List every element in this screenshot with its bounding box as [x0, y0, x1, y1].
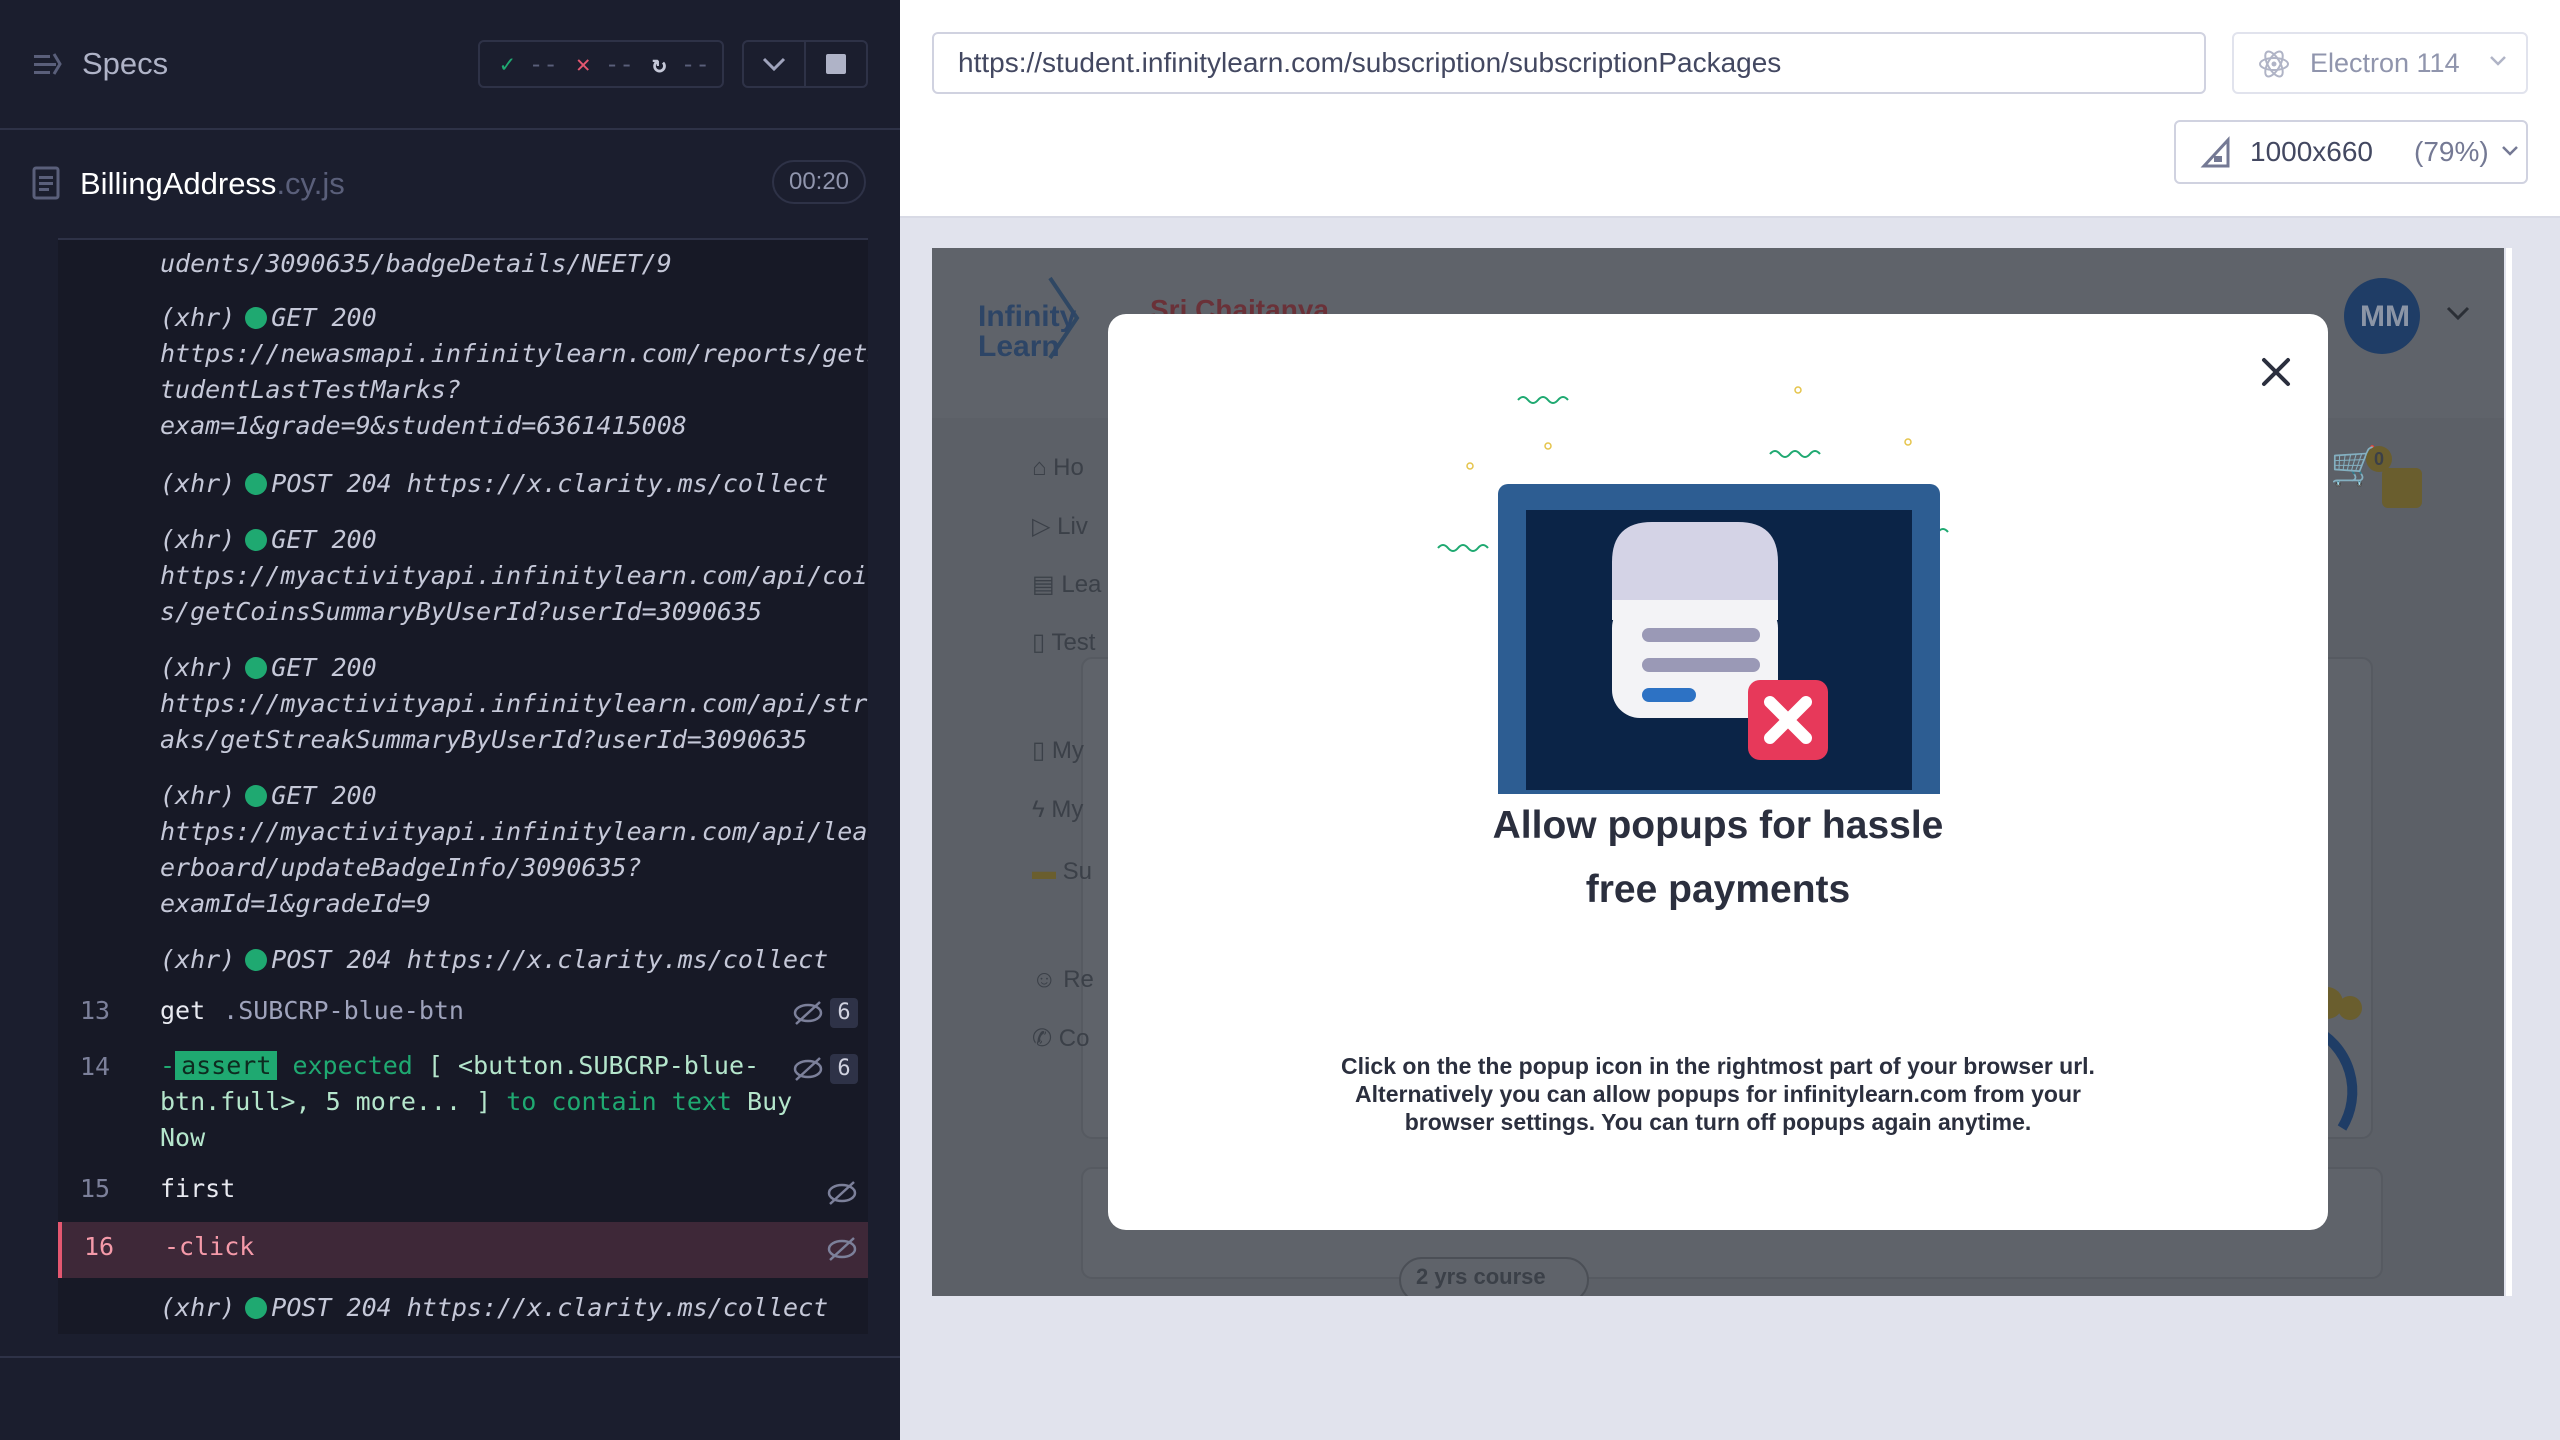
element-count-badge: 6: [830, 998, 858, 1028]
log-entry[interactable]: (xhr) GET 200 https://myactivityapi.infin…: [160, 778, 868, 922]
app-logo: Infinity Learn: [978, 300, 1077, 363]
divider: [0, 1356, 900, 1358]
book-icon: ▤: [1032, 571, 1055, 598]
url-bar[interactable]: https://student.infinitylearn.com/subscr…: [932, 32, 2206, 94]
log-entry[interactable]: (xhr) POST 204 https://x.clarity.ms/colle…: [160, 942, 868, 978]
app-viewport: InfinityLearn Sri Chaitanya MM 🛒 0 9 2 y…: [932, 248, 2504, 1296]
ruler-icon: [2200, 136, 2230, 168]
chevron-down-icon: [2502, 146, 2518, 156]
log-entry[interactable]: (xhr) GET 200 https://myactivityapi.infin…: [160, 650, 868, 758]
command-number: 14: [80, 1052, 111, 1081]
browser-name: Electron 114: [2310, 48, 2460, 78]
laptop-illustration: [1437, 386, 1949, 794]
cart-count-badge: 0: [2366, 446, 2392, 472]
sidebar-item-my-2[interactable]: ϟ My: [1032, 796, 1083, 824]
command-row[interactable]: 15 first: [58, 1170, 868, 1210]
command-name: first: [160, 1174, 236, 1203]
status-dot-icon: [245, 657, 268, 679]
bolt-icon: ϟ: [1032, 796, 1045, 823]
specs-header: Specs ✓ -- ✕ -- ↻ --: [0, 0, 900, 130]
popup-modal: Allow popups for hassle free payments Cli…: [1108, 314, 2328, 1230]
browser-selector[interactable]: Electron 114: [2232, 32, 2528, 94]
scrollbar[interactable]: [2506, 248, 2512, 1296]
status-dot-icon: [245, 473, 268, 495]
stop-icon[interactable]: [826, 54, 846, 74]
log-entry[interactable]: (xhr) POST 204 https://x.clarity.ms/colle…: [160, 466, 868, 502]
divider: [804, 42, 806, 86]
sidebar-item-tests[interactable]: ▯ Test: [1032, 628, 1095, 657]
eye-slash-icon: [793, 1057, 823, 1081]
viewport-selector[interactable]: 1000x660 (79%): [2174, 120, 2528, 184]
log-entry[interactable]: udents/3090635/badgeDetails/NEET/9: [160, 246, 868, 282]
course-chip: 2 yrs course: [1416, 1264, 1546, 1289]
sidebar-item-home[interactable]: ⌂ Ho: [1032, 454, 1084, 482]
sidebar-item-subscription[interactable]: ▬ Su: [1032, 858, 1092, 886]
status-dot-icon: [245, 1297, 268, 1319]
eye-slash-icon: [793, 1001, 823, 1025]
status-dot-icon: [245, 949, 268, 971]
specs-title[interactable]: Specs: [82, 46, 168, 82]
command-row[interactable]: 14 - assert expected [ <button.SUBCRP-blu…: [58, 1048, 868, 1158]
viewport-scale: (79%): [2414, 136, 2489, 167]
file-icon: [32, 166, 60, 200]
passed-stat: ✓ --: [500, 50, 558, 78]
chevron-down-icon[interactable]: [760, 52, 788, 76]
users-icon: ☺: [1032, 966, 1057, 993]
eye-slash-icon: [827, 1181, 857, 1205]
x-icon: ✕: [576, 50, 591, 78]
browser-panel: https://student.infinitylearn.com/subscr…: [900, 0, 2560, 1440]
spec-file-name[interactable]: BillingAddress.cy.js: [80, 166, 345, 202]
specs-list-icon[interactable]: [32, 50, 62, 80]
play-icon: ▷: [1032, 513, 1051, 540]
spec-file-ext: .cy.js: [276, 166, 345, 201]
run-controls: [742, 40, 868, 88]
modal-title: Allow popups for hassle free payments: [1492, 804, 1944, 911]
modal-description: Click on the the popup icon in the right…: [1341, 1053, 2095, 1135]
status-dot-icon: [245, 307, 268, 329]
command-number: 13: [80, 996, 111, 1025]
log-entry[interactable]: (xhr) POST 204 https://x.clarity.ms/colle…: [160, 1290, 868, 1326]
close-icon[interactable]: [2256, 352, 2296, 392]
command-log: udents/3090635/badgeDetails/NEET/9 (xhr)…: [58, 238, 868, 1334]
runner-panel: Specs ✓ -- ✕ -- ↻ -- BillingAddress.cy.j…: [0, 0, 900, 1440]
phone-icon: ✆: [1032, 1025, 1053, 1052]
status-dot-icon: [245, 785, 268, 807]
command-name: -click: [164, 1232, 255, 1261]
browser-toolbar: https://student.infinitylearn.com/subscr…: [900, 0, 2560, 218]
status-dot-icon: [245, 529, 268, 551]
spec-duration: 00:20: [772, 160, 866, 204]
log-entry[interactable]: (xhr) GET 200 https://newasmapi.infinityl…: [160, 300, 868, 444]
assert-message: - assert expected [ <button.SUBCRP-blue- …: [160, 1051, 793, 1152]
chevron-down-icon: [2490, 56, 2506, 66]
bookmark-icon: ▯: [1032, 737, 1046, 764]
card-icon: ▬: [1032, 858, 1056, 885]
sidebar-item-refer[interactable]: ☺ Re: [1032, 966, 1094, 994]
check-icon: ✓: [500, 50, 515, 78]
sidebar-item-live[interactable]: ▷ Liv: [1032, 512, 1088, 541]
avatar: MM: [2360, 300, 2410, 333]
test-stats: ✓ -- ✕ -- ↻ --: [478, 40, 724, 88]
pending-stat: ↻ --: [652, 50, 710, 78]
assert-tag: assert: [175, 1051, 278, 1080]
command-selector: .SUBCRP-blue-btn: [223, 996, 464, 1025]
command-number: 16: [84, 1232, 115, 1261]
sidebar-item-contact[interactable]: ✆ Co: [1032, 1024, 1089, 1053]
failed-stat: ✕ --: [576, 50, 634, 78]
home-icon: ⌂: [1032, 454, 1047, 481]
viewport-size: 1000x660: [2250, 136, 2374, 167]
log-entry[interactable]: (xhr) GET 200 https://myactivityapi.infin…: [160, 522, 868, 630]
sidebar-item-learn[interactable]: ▤ Lea: [1032, 570, 1101, 599]
command-number: 15: [80, 1174, 111, 1203]
eye-slash-icon: [827, 1237, 857, 1261]
element-count-badge: 6: [830, 1054, 858, 1084]
command-name: get .SUBCRP-blue-btn: [160, 996, 464, 1025]
pending-icon: ↻: [652, 50, 667, 78]
sidebar-item-my-1[interactable]: ▯ My: [1032, 736, 1084, 765]
clipboard-icon: ▯: [1032, 629, 1046, 656]
command-row[interactable]: 13 get .SUBCRP-blue-btn 6: [58, 992, 868, 1032]
electron-icon: [2259, 50, 2289, 78]
command-row-failed[interactable]: 16 -click: [58, 1222, 868, 1278]
spec-file-header: BillingAddress.cy.js 00:20: [0, 130, 900, 238]
